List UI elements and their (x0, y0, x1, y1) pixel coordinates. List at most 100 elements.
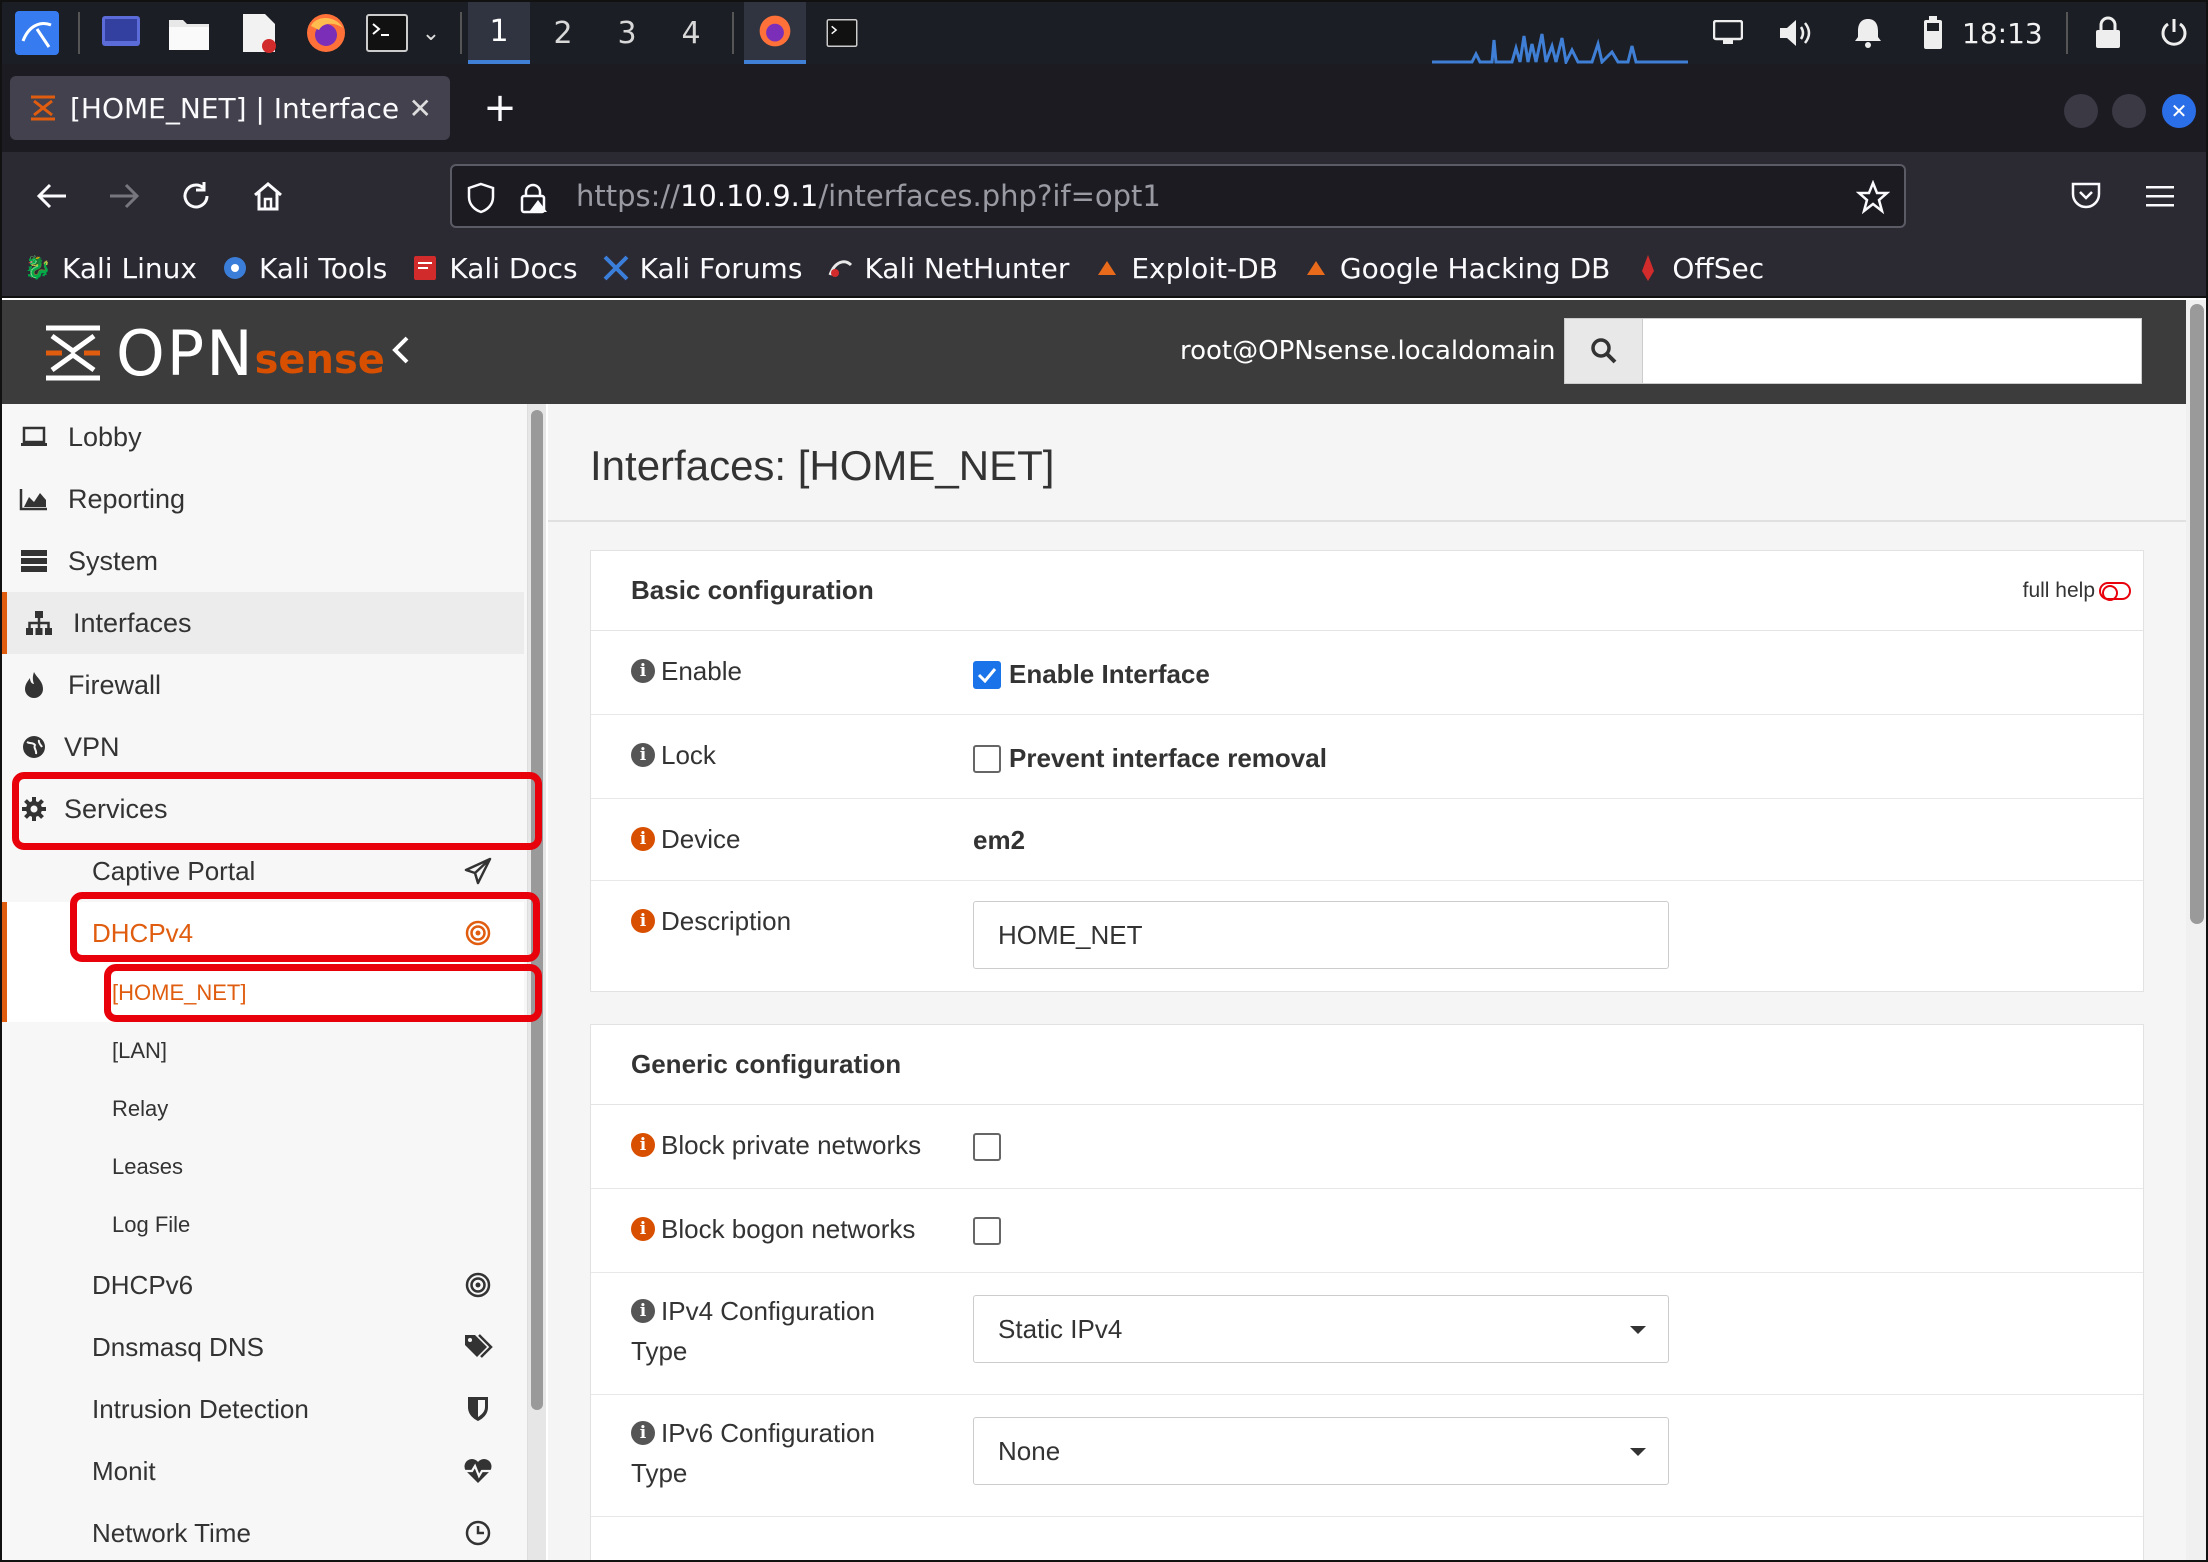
ipv6-config-type-select[interactable]: None (973, 1417, 1669, 1485)
bookmark-label: Kali Linux (62, 251, 197, 285)
reload-icon[interactable] (166, 166, 226, 226)
dropdown-icon[interactable]: ⌄ (416, 11, 446, 55)
bookmark-kali-tools[interactable]: Kali Tools (221, 252, 387, 285)
firefox-task-icon[interactable] (744, 2, 806, 64)
terminal-task-icon[interactable] (816, 11, 868, 55)
block-private-label: i Block private networks (631, 1125, 921, 1165)
desktop-icon[interactable] (98, 11, 144, 55)
workspace-2[interactable]: 2 (532, 2, 594, 64)
sidebar-item-intrusion-detection[interactable]: Intrusion Detection (2, 1378, 524, 1440)
network-icon[interactable] (1708, 11, 1748, 55)
lock-icon[interactable] (2088, 11, 2128, 55)
terminal-icon[interactable] (364, 11, 410, 55)
sidebar-item-firewall[interactable]: Firewall (2, 654, 524, 716)
user-label[interactable]: root@OPNsense.localdomain (1180, 336, 1556, 366)
firefox-icon[interactable] (302, 11, 350, 55)
sidebar-item-dhcpv4-relay[interactable]: Relay (2, 1080, 524, 1138)
forward-icon[interactable] (94, 166, 154, 226)
battery-icon[interactable] (1918, 11, 1948, 55)
page-scrollbar-thumb[interactable] (2190, 304, 2204, 924)
full-help-toggle[interactable]: full help (2023, 579, 2131, 603)
info-icon[interactable]: i (631, 1217, 655, 1241)
taskbar-separator (2066, 12, 2068, 54)
kali-dragon-icon: 🐉 (24, 255, 52, 281)
sidebar-item-dhcpv4-log-file[interactable]: Log File (2, 1196, 524, 1254)
sidebar-item-vpn[interactable]: VPN (2, 716, 524, 778)
sidebar-item-dhcpv6[interactable]: DHCPv6 (2, 1254, 524, 1316)
info-icon[interactable]: i (631, 1299, 655, 1323)
caret-down-icon (1630, 1448, 1646, 1456)
logo-opn: OPN (116, 316, 255, 390)
power-icon[interactable] (2154, 11, 2194, 55)
bookmark-exploit-db[interactable]: Exploit-DB (1093, 252, 1278, 285)
file-manager-icon[interactable] (166, 11, 212, 55)
lock-control: Prevent interface removal (973, 743, 1327, 774)
volume-icon[interactable] (1776, 11, 1816, 55)
info-icon[interactable]: i (631, 659, 655, 683)
shield-icon[interactable] (466, 182, 496, 218)
search-input[interactable] (1643, 319, 2141, 383)
bookmark-kali-linux[interactable]: 🐉 Kali Linux (24, 252, 197, 285)
pocket-icon[interactable] (2056, 166, 2116, 226)
sidebar-item-monit[interactable]: Monit (2, 1440, 524, 1502)
home-icon[interactable] (238, 166, 298, 226)
workspace-3[interactable]: 3 (596, 2, 658, 64)
sidebar-item-network-time[interactable]: Network Time (2, 1502, 524, 1560)
collapse-sidebar-icon[interactable] (390, 334, 412, 375)
search-icon[interactable] (1565, 319, 1643, 383)
enable-interface-checkbox[interactable] (973, 660, 1001, 689)
bookmark-star-icon[interactable] (1855, 179, 1891, 218)
bookmark-kali-nethunter[interactable]: Kali NetHunter (826, 252, 1069, 285)
block-bogon-networks-checkbox[interactable] (973, 1217, 1001, 1245)
description-input[interactable] (973, 901, 1669, 969)
notification-icon[interactable] (1848, 11, 1888, 55)
info-icon[interactable]: i (631, 743, 655, 767)
back-icon[interactable] (22, 166, 82, 226)
ipv4-config-type-select[interactable]: Static IPv4 (973, 1295, 1669, 1363)
url-bar[interactable]: https://10.10.9.1/interfaces.php?if=opt1 (450, 164, 1906, 228)
basic-configuration-heading: Basic configuration (631, 575, 874, 605)
bookmark-google-hacking-db[interactable]: Google Hacking DB (1302, 252, 1610, 285)
heartbeat-icon (462, 1455, 494, 1487)
sidebar-item-dnsmasq-dns[interactable]: Dnsmasq DNS (2, 1316, 524, 1378)
page-scrollbar[interactable] (2186, 300, 2206, 1560)
info-icon[interactable]: i (631, 1421, 655, 1445)
sidebar-item-label: Network Time (92, 1517, 251, 1548)
kali-menu-icon[interactable] (12, 11, 62, 55)
info-icon[interactable]: i (631, 1133, 655, 1157)
sidebar-item-lobby[interactable]: Lobby (2, 406, 524, 468)
block-private-networks-checkbox[interactable] (973, 1133, 1001, 1161)
kali-nethunter-icon (826, 254, 854, 282)
sidebar-item-dhcpv4-leases[interactable]: Leases (2, 1138, 524, 1196)
workspace-1[interactable]: 1 (468, 2, 530, 64)
window-maximize-button[interactable] (2112, 94, 2146, 128)
bookmark-kali-docs[interactable]: Kali Docs (411, 252, 578, 285)
info-icon[interactable]: i (631, 827, 655, 851)
sidebar-item-label: Firewall (68, 669, 162, 700)
sidebar-item-dhcpv4-lan[interactable]: [LAN] (2, 1022, 524, 1080)
server-icon (18, 545, 50, 577)
device-label: i Device (631, 819, 740, 859)
tab-close-icon[interactable]: ✕ (409, 92, 432, 125)
info-icon[interactable]: i (631, 909, 655, 933)
row-enable: i Enable Enable Interface (591, 631, 2143, 715)
new-tab-button[interactable]: + (470, 78, 530, 138)
basic-configuration-panel: Basic configuration full help i Enable En… (590, 550, 2144, 992)
tab-home-net-interfaces[interactable]: [HOME_NET] | Interfaces ✕ (10, 76, 450, 140)
sidebar-item-interfaces[interactable]: Interfaces (2, 592, 524, 654)
url-text[interactable]: https://10.10.9.1/interfaces.php?if=opt1 (576, 179, 1161, 213)
lock-warning-icon[interactable] (518, 182, 550, 218)
opnsense-logo[interactable]: OPN sense (42, 316, 385, 390)
workspace-4[interactable]: 4 (660, 2, 722, 64)
prevent-interface-removal-checkbox[interactable] (973, 744, 1001, 773)
text-editor-icon[interactable] (236, 11, 282, 55)
sidebar-item-system[interactable]: System (2, 530, 524, 592)
laptop-icon (18, 421, 50, 453)
bookmark-offsec[interactable]: OffSec (1634, 252, 1764, 285)
window-close-button[interactable]: ✕ (2162, 94, 2196, 128)
bookmark-kali-forums[interactable]: Kali Forums (602, 252, 802, 285)
lock-label: i Lock (631, 735, 716, 775)
hamburger-menu-icon[interactable] (2130, 166, 2190, 226)
sidebar-item-reporting[interactable]: Reporting (2, 468, 524, 530)
window-minimize-button[interactable] (2064, 94, 2098, 128)
